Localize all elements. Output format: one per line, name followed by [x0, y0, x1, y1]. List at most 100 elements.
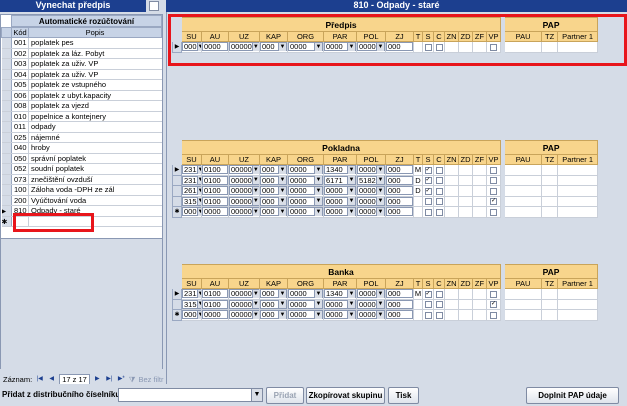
row-selector[interactable]	[1, 111, 12, 122]
chevron-down-icon[interactable]: ▼	[347, 207, 355, 216]
par-combo[interactable]: 1340 ▼	[323, 288, 357, 300]
vp-checkbox[interactable]: ✓	[490, 198, 498, 206]
par-combo[interactable]: 0000 ▼	[323, 298, 357, 310]
uz-combo[interactable]: 00000 ▼	[228, 206, 260, 218]
uz-combo[interactable]: 00000 ▼	[228, 288, 260, 300]
pol-combo[interactable]: 0000 ▼	[356, 185, 386, 197]
t-field[interactable]	[413, 298, 423, 310]
list-item[interactable]: 073 znečištění ovzduší	[1, 174, 162, 185]
su-combo[interactable]: 231▼	[181, 288, 202, 300]
chevron-down-icon[interactable]: ▼	[376, 186, 384, 195]
table-row[interactable]: ▶231▼010000000▼000▼0000▼1340▼0000▼000M✓	[172, 164, 599, 176]
partner-field[interactable]	[557, 195, 599, 207]
t-field[interactable]: D	[413, 174, 423, 186]
par-combo[interactable]: 0000 ▼	[323, 185, 357, 197]
list-item[interactable]: 011 odpady	[1, 121, 162, 133]
chevron-down-icon[interactable]: ▼	[347, 176, 355, 185]
row-selector[interactable]: ✱	[172, 309, 182, 321]
s-checkbox[interactable]	[424, 208, 432, 216]
vp-checkbox[interactable]	[490, 290, 498, 298]
new-record-icon[interactable]: ▶*	[117, 375, 126, 384]
org-combo[interactable]: 0000 ▼	[287, 298, 324, 310]
partner-field[interactable]	[557, 206, 599, 218]
chevron-down-icon[interactable]: ▼	[196, 176, 201, 185]
kap-combo[interactable]: 000 ▼	[259, 164, 288, 176]
fill-pap-button[interactable]: Doplnit PAP údaje	[526, 387, 619, 404]
su-combo[interactable]: 000▼	[181, 309, 202, 321]
zj-field[interactable]: 000	[385, 164, 414, 176]
s-checkbox-cell[interactable]: ✓	[422, 185, 434, 197]
table-row[interactable]: 315▼010000000▼000▼0000▼0000▼0000▼000✓	[172, 298, 599, 310]
chevron-down-icon[interactable]: ▼	[278, 300, 286, 309]
zj-field[interactable]: 000	[385, 288, 414, 300]
chevron-down-icon[interactable]: ▼	[278, 207, 286, 216]
uz-combo[interactable]: 00000 ▼	[228, 195, 260, 207]
su-combo[interactable]: 231▼	[181, 164, 202, 176]
kap-combo[interactable]: 000 ▼	[259, 309, 288, 321]
chevron-down-icon[interactable]: ▼	[314, 310, 322, 319]
row-selector[interactable]: ▶	[1, 205, 12, 217]
chevron-down-icon[interactable]: ▼	[196, 289, 201, 298]
s-checkbox-cell[interactable]	[422, 206, 434, 218]
au-field[interactable]: 0100	[201, 174, 229, 186]
catalog-select[interactable]: ▼	[118, 388, 263, 402]
chevron-down-icon[interactable]: ▼	[376, 165, 384, 174]
chevron-down-icon[interactable]: ▼	[314, 300, 322, 309]
tz-field[interactable]	[541, 174, 559, 186]
chevron-down-icon[interactable]: ▼	[347, 300, 355, 309]
vp-checkbox-cell[interactable]	[485, 185, 502, 197]
zj-field[interactable]: 000	[385, 309, 414, 321]
row-selector[interactable]	[1, 100, 12, 112]
au-field[interactable]: 0100	[201, 195, 229, 207]
par-combo[interactable]: 6171 ▼	[323, 174, 357, 186]
list-item[interactable]: 001 poplatek pes	[1, 37, 162, 49]
s-checkbox[interactable]: ✓	[424, 290, 432, 298]
org-combo[interactable]: 0000 ▼	[287, 206, 324, 218]
c-checkbox-cell[interactable]	[433, 298, 445, 310]
pau-field[interactable]	[504, 164, 543, 176]
c-checkbox-cell[interactable]	[433, 195, 445, 207]
au-field[interactable]: 0100	[201, 164, 229, 176]
row-selector[interactable]	[1, 90, 12, 101]
partner-field[interactable]	[557, 309, 599, 321]
pol-combo[interactable]: 5182 ▼	[356, 174, 386, 186]
table-row[interactable]: ▶231▼010000000▼000▼0000▼1340▼0000▼000M✓	[172, 288, 599, 300]
row-selector[interactable]	[1, 153, 12, 164]
chevron-down-icon[interactable]: ▼	[196, 207, 201, 216]
pol-combo[interactable]: 0000 ▼	[356, 298, 386, 310]
uz-combo[interactable]: 00000 ▼	[228, 309, 260, 321]
chevron-down-icon[interactable]: ▼	[251, 289, 259, 298]
zj-field[interactable]: 000	[385, 174, 414, 186]
row-selector[interactable]: ▶	[172, 164, 182, 176]
org-combo[interactable]: 0000 ▼	[287, 174, 324, 186]
partner-field[interactable]	[557, 164, 599, 176]
vp-checkbox-cell[interactable]	[485, 206, 502, 218]
org-combo[interactable]: 0000 ▼	[287, 195, 324, 207]
row-selector[interactable]	[1, 174, 12, 185]
pol-combo[interactable]: 0000 ▼	[356, 206, 386, 218]
pau-field[interactable]	[504, 288, 543, 300]
pau-field[interactable]	[504, 206, 543, 218]
chevron-down-icon[interactable]: ▼	[251, 186, 259, 195]
chevron-down-icon[interactable]: ▼	[196, 165, 201, 174]
chevron-down-icon[interactable]: ▼	[314, 197, 322, 206]
zj-field[interactable]: 000	[385, 185, 414, 197]
tz-field[interactable]	[541, 195, 559, 207]
c-checkbox-cell[interactable]	[433, 288, 445, 300]
c-checkbox[interactable]	[435, 166, 443, 174]
chevron-down-icon[interactable]: ▼	[347, 289, 355, 298]
row-selector[interactable]	[1, 184, 12, 196]
row-selector[interactable]	[172, 195, 182, 207]
au-field[interactable]: 0100	[201, 185, 229, 197]
vp-checkbox-cell[interactable]	[485, 164, 502, 176]
tz-field[interactable]	[541, 185, 559, 197]
s-checkbox-cell[interactable]: ✓	[422, 288, 434, 300]
kap-combo[interactable]: 000 ▼	[259, 185, 288, 197]
list-item[interactable]: 006 poplatek z ubyt.kapacity	[1, 90, 162, 101]
chevron-down-icon[interactable]: ▼	[196, 186, 201, 195]
au-field[interactable]: 0000	[201, 309, 229, 321]
chevron-down-icon[interactable]: ▼	[278, 289, 286, 298]
row-selector[interactable]: ✱	[172, 206, 182, 218]
chevron-down-icon[interactable]: ▼	[278, 176, 286, 185]
vp-checkbox[interactable]	[490, 177, 498, 185]
